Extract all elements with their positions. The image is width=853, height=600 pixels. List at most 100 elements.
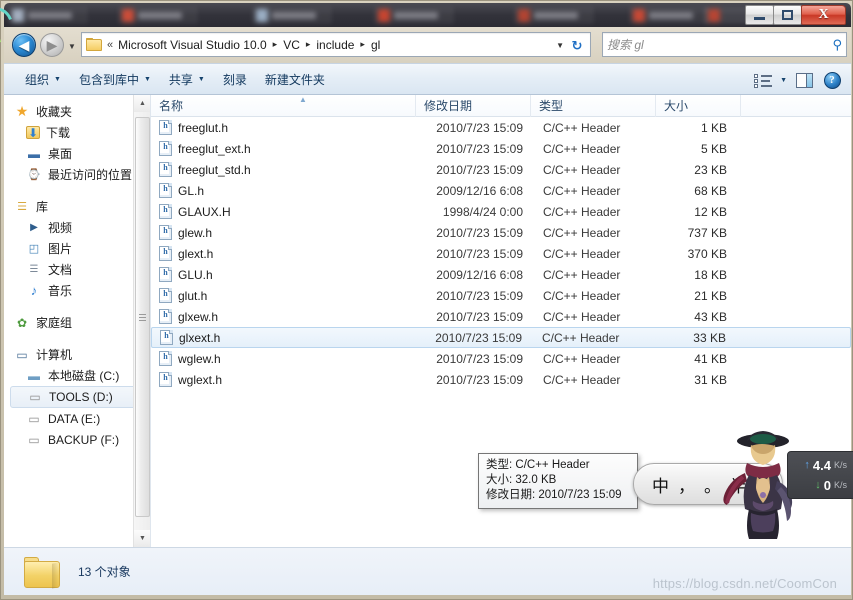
table-row[interactable]: h glxew.h 2010/7/23 15:09 C/C++ Header 43 KB (151, 306, 851, 327)
help-button[interactable]: ? (821, 69, 843, 91)
file-size-cell: 18 KB (694, 267, 727, 282)
table-row[interactable]: h freeglut.h 2010/7/23 15:09 C/C++ Header 1 … (151, 117, 851, 138)
sidebar-item-label: TOOLS (D:) (49, 390, 113, 404)
column-header-type[interactable]: 类型 (531, 94, 656, 117)
scroll-up-button[interactable]: ▲ (134, 95, 150, 112)
sidebar-item-label: 文档 (48, 263, 73, 277)
navigation-scrollbar[interactable]: ▲ ▼ (133, 95, 150, 547)
breadcrumb-item-0[interactable]: Microsoft Visual Studio 10.0 (116, 37, 269, 53)
breadcrumb-separator-icon[interactable]: ▸ (269, 39, 282, 50)
breadcrumb-separator-icon[interactable]: ▸ (302, 39, 315, 50)
file-name-cell: h wglext.h (151, 369, 416, 390)
table-row[interactable]: h freeglut_ext.h 2010/7/23 15:09 C/C++ Head… (151, 138, 851, 159)
view-options-caret-icon[interactable]: ▼ (780, 77, 787, 84)
title-bar: X (4, 3, 851, 27)
sidebar-group-收藏夹[interactable]: ★ 收藏夹 (4, 101, 150, 122)
file-date-cell: 2010/7/23 15:09 (436, 225, 523, 240)
breadcrumb-item-1[interactable]: VC (281, 37, 302, 53)
file-name-cell: h wglew.h (151, 348, 416, 369)
table-row[interactable]: h glut.h 2010/7/23 15:09 C/C++ Header 21 KB (151, 285, 851, 306)
sidebar-item-TOOLS (D:)[interactable]: ▭ TOOLS (D:) (10, 386, 144, 408)
scroll-down-button[interactable]: ▼ (134, 530, 150, 547)
toolbar-item-label: 组织 (25, 72, 50, 87)
table-row[interactable]: h freeglut_std.h 2010/7/23 15:09 C/C++ Head… (151, 159, 851, 180)
back-button[interactable]: ◀ (12, 33, 36, 57)
header-file-icon: h (159, 246, 172, 261)
grip-icon (139, 313, 146, 321)
sidebar-group-计算机[interactable]: ▭ 计算机 (4, 344, 150, 365)
preview-pane-button[interactable] (793, 69, 815, 91)
explorer-window: X ◀ ▶ ▼ « Microsoft Visual Studio 10.0 ▸… (0, 0, 853, 600)
nav-group-gap (4, 333, 150, 344)
table-row[interactable]: h GLAUX.H 1998/4/24 0:00 C/C++ Header 12 KB (151, 201, 851, 222)
sidebar-item-DATA (E:)[interactable]: ▭ DATA (E:) (4, 408, 150, 429)
file-size-cell: 33 KB (693, 330, 726, 345)
ime-chinese-mode-button[interactable]: 中 (652, 472, 669, 497)
file-type-cell: C/C++ Header (543, 162, 621, 177)
sidebar-group-家庭组[interactable]: ✿ 家庭组 (4, 312, 150, 333)
sidebar-item-label: 音乐 (48, 284, 73, 298)
arrow-down-icon: ↓ (815, 478, 821, 491)
sidebar-item-BACKUP (F:)[interactable]: ▭ BACKUP (F:) (4, 429, 150, 450)
search-input[interactable]: 搜索 gl ⚲ (602, 32, 847, 57)
toolbar-item-label: 刻录 (222, 72, 247, 87)
toolbar-burn-button[interactable]: 刻录 (214, 67, 256, 92)
scrollbar-thumb[interactable] (135, 117, 150, 517)
sidebar-item-最近访问的位置[interactable]: ⌚ 最近访问的位置 (4, 164, 150, 185)
column-header-date[interactable]: 修改日期 (416, 94, 531, 117)
network-speed-monitor[interactable]: ↑ 4.4 K/s ↓ 0 K/s (787, 451, 853, 499)
file-name-text: GLAUX.H (178, 204, 231, 219)
breadcrumb-overflow-icon[interactable]: « (105, 39, 116, 51)
file-date-cell: 2009/12/16 6:08 (436, 183, 523, 198)
sidebar-item-文档[interactable]: ☰ 文档 (4, 259, 150, 280)
toolbar-item-label: 包含到库中 (78, 72, 139, 87)
upload-speed-value: 4.4 (812, 457, 831, 473)
column-header-size[interactable]: 大小 (656, 94, 741, 117)
header-file-icon: h (159, 288, 172, 303)
table-row[interactable]: h glew.h 2010/7/23 15:09 C/C++ Header 737 KB (151, 222, 851, 243)
triangle-up-icon: ▲ (139, 100, 146, 107)
table-row[interactable]: h glxext.h 2010/7/23 15:09 C/C++ Header 33 K… (151, 327, 851, 348)
view-options-button[interactable] (752, 69, 774, 91)
sidebar-item-桌面[interactable]: ▬ 桌面 (4, 143, 150, 164)
refresh-icon[interactable]: ↻ (568, 37, 586, 54)
ime-punctuation-half-button[interactable]: ， (678, 472, 695, 497)
table-row[interactable]: h GL.h 2009/12/16 6:08 C/C++ Header 68 KB (151, 180, 851, 201)
toolbar-share-button[interactable]: 共享 ▼ (160, 67, 214, 92)
breadcrumb-item-2[interactable]: include (314, 37, 356, 53)
close-button[interactable]: X (801, 5, 846, 25)
file-date-cell: 2010/7/23 15:09 (436, 372, 523, 387)
toolbar-organize-button[interactable]: 组织 ▼ (16, 67, 70, 92)
toolbar-include-in-library-button[interactable]: 包含到库中 ▼ (70, 67, 160, 92)
sidebar-item-音乐[interactable]: ♪ 音乐 (4, 280, 150, 301)
sidebar-item-视频[interactable]: ▶ 视频 (4, 217, 150, 238)
minimize-button[interactable] (745, 5, 774, 25)
breadcrumb-dropdown-icon[interactable]: ▼ (556, 41, 564, 50)
file-date-cell: 2010/7/23 15:09 (436, 246, 523, 261)
file-name-cell: h freeglut_std.h (151, 159, 416, 180)
sidebar-item-本地磁盘 (C:)[interactable]: ▬ 本地磁盘 (C:) (4, 365, 150, 386)
table-row[interactable]: h wglew.h 2010/7/23 15:09 C/C++ Header 41 KB (151, 348, 851, 369)
breadcrumb-separator-icon[interactable]: ▸ (356, 39, 369, 50)
table-row[interactable]: h GLU.h 2009/12/16 6:08 C/C++ Header 18 KB (151, 264, 851, 285)
history-dropdown-button[interactable]: ▼ (66, 41, 78, 51)
view-options-icon (754, 73, 773, 88)
column-header-name[interactable]: 名称 (151, 94, 416, 117)
library-icon: ☰ (17, 201, 27, 213)
maximize-button[interactable] (773, 5, 802, 25)
table-row[interactable]: h wglext.h 2010/7/23 15:09 C/C++ Header 31 K… (151, 369, 851, 390)
column-header-row: 名称 修改日期 类型 大小 ▲ (151, 94, 851, 117)
breadcrumb[interactable]: « Microsoft Visual Studio 10.0 ▸ VC ▸ in… (81, 32, 591, 57)
breadcrumb-item-3[interactable]: gl (369, 37, 382, 53)
sidebar-item-下载[interactable]: ⬇ 下载 (4, 122, 150, 143)
table-row[interactable]: h glext.h 2010/7/23 15:09 C/C++ Header 370 K… (151, 243, 851, 264)
header-file-icon: h (159, 267, 172, 282)
file-type-cell: C/C++ Header (543, 246, 621, 261)
download-speed-unit: K/s (833, 480, 847, 490)
toolbar-new-folder-button[interactable]: 新建文件夹 (256, 67, 334, 92)
file-type-cell: C/C++ Header (543, 288, 621, 303)
sidebar-group-库[interactable]: ☰ 库 (4, 196, 150, 217)
header-file-icon: h (159, 141, 172, 156)
sidebar-item-图片[interactable]: ◰ 图片 (4, 238, 150, 259)
forward-button[interactable]: ▶ (40, 33, 64, 57)
